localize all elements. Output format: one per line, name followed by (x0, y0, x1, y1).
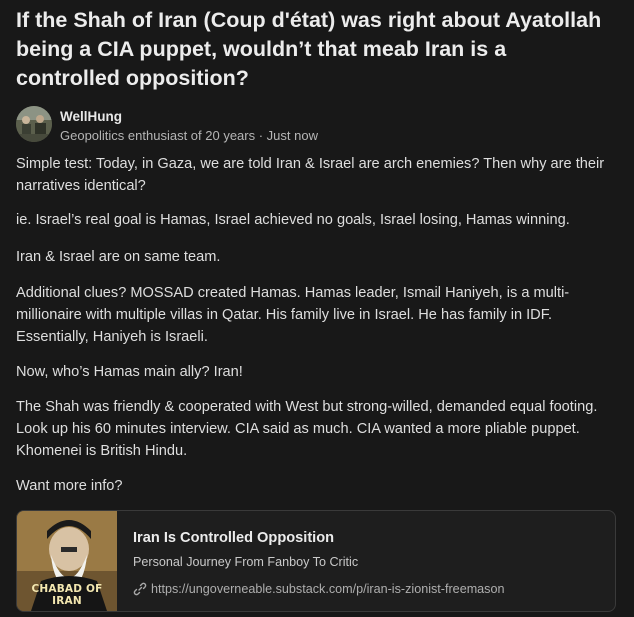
answer-page: If the Shah of Iran (Coup d'état) was ri… (0, 0, 634, 617)
link-card-subtitle: Personal Journey From Fanboy To Critic (133, 555, 359, 569)
link-card-title[interactable]: Iran Is Controlled Opposition (133, 530, 334, 546)
author-name[interactable]: WellHung (60, 109, 122, 124)
image-caption: CHABAD OF IRAN (31, 583, 103, 607)
answer-paragraph: Now, who’s Hamas main ally? Iran! (16, 364, 243, 380)
link-preview-image: CHABAD OF IRAN (17, 511, 117, 611)
author-meta: Geopolitics enthusiast of 20 years · Jus… (60, 128, 318, 143)
answer-paragraph: Want more info? (16, 478, 123, 494)
author-avatar[interactable] (16, 106, 52, 142)
answer-paragraph: Iran & Israel are on same team. (16, 249, 221, 265)
question-title[interactable]: If the Shah of Iran (Coup d'état) was ri… (16, 6, 616, 93)
link-preview-card[interactable]: CHABAD OF IRAN Iran Is Controlled Opposi… (16, 510, 616, 612)
meta-separator: · (255, 128, 267, 143)
answer-paragraph: Additional clues? MOSSAD created Hamas. … (16, 285, 570, 345)
answer-timestamp[interactable]: Just now (267, 128, 318, 143)
author-credential[interactable]: Geopolitics enthusiast of 20 years (60, 128, 255, 143)
answer-paragraph: Simple test: Today, in Gaza, we are told… (16, 156, 605, 194)
answer-paragraph: ie. Israel’s real goal is Hamas, Israel … (16, 212, 570, 228)
link-icon (133, 582, 147, 596)
link-card-url-row[interactable]: https://ungoverneable.substack.com/p/ira… (133, 582, 505, 596)
link-card-url[interactable]: https://ungoverneable.substack.com/p/ira… (151, 582, 505, 596)
answer-paragraph: The Shah was friendly & cooperated with … (16, 399, 598, 459)
